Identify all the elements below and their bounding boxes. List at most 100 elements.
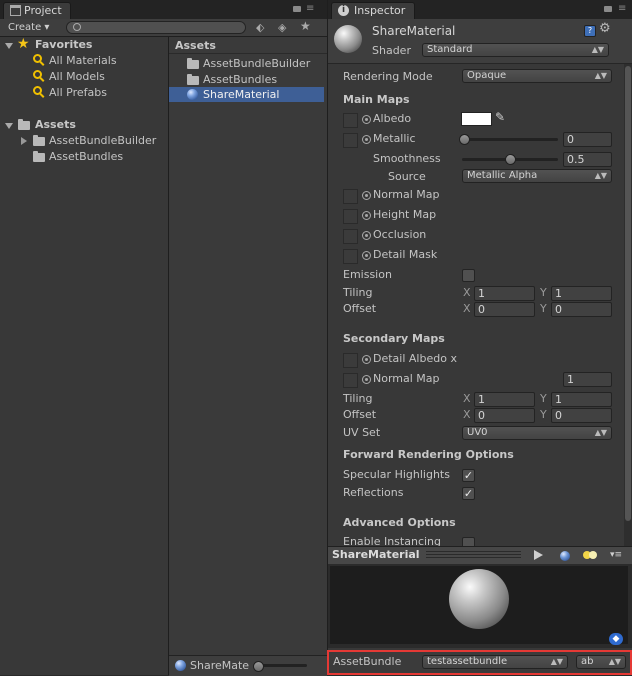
search-input[interactable] — [66, 21, 246, 34]
favorite-star-icon[interactable]: ★ — [300, 20, 314, 33]
albedo-texture-slot[interactable] — [343, 113, 358, 128]
secondary-tiling-label: Tiling — [343, 392, 373, 405]
uv-set-label: UV Set — [343, 426, 381, 439]
height-map-picker-icon[interactable] — [362, 211, 371, 220]
detail-albedo-label: Detail Albedo x — [373, 352, 457, 365]
star-icon: ★ — [17, 36, 30, 52]
material-sphere-icon — [334, 25, 362, 53]
secondary-tiling-y-field[interactable]: 1 — [551, 392, 612, 407]
offset-label: Offset — [343, 302, 377, 315]
preview-sphere-icon[interactable] — [560, 551, 570, 561]
preview-area[interactable]: ◆ — [328, 564, 632, 648]
shader-dropdown[interactable]: Standard ▲▼ — [422, 43, 609, 57]
albedo-picker-icon[interactable] — [362, 115, 371, 124]
project-tabbar: Project ≡ — [0, 0, 327, 20]
lock-icon[interactable] — [293, 6, 301, 12]
secondary-normal-map-slot[interactable] — [343, 373, 358, 388]
lock-icon[interactable] — [604, 6, 612, 12]
forward-rendering-header: Forward Rendering Options — [343, 448, 514, 461]
filter-by-type-icon[interactable]: ⬖ — [256, 21, 270, 34]
asset-item-sharematerial[interactable]: ShareMaterial — [169, 87, 324, 102]
emission-label: Emission — [343, 268, 392, 281]
reflections-label: Reflections — [343, 486, 404, 499]
enable-instancing-checkbox[interactable] — [462, 537, 475, 546]
reflections-checkbox[interactable]: ✓ — [462, 487, 475, 500]
secondary-tiling-x-field[interactable]: 1 — [474, 392, 535, 407]
gear-icon[interactable]: ⚙ — [599, 22, 611, 35]
smoothness-label: Smoothness — [373, 152, 441, 165]
detail-mask-picker-icon[interactable] — [362, 251, 371, 260]
metallic-slider-thumb[interactable] — [459, 134, 470, 145]
tag-icon[interactable]: ◈ — [278, 21, 292, 34]
tiling-label: Tiling — [343, 286, 373, 299]
info-icon: i — [338, 5, 349, 16]
albedo-label: Albedo — [373, 112, 412, 125]
assets-expand-icon[interactable] — [5, 123, 13, 129]
preview-header[interactable]: ShareMaterial ▾≡ — [328, 546, 632, 565]
assetbundle-label: AssetBundle — [333, 655, 402, 668]
specular-highlights-checkbox[interactable]: ✓ — [462, 469, 475, 482]
assetbundle-variant-dropdown[interactable]: ab ▲▼ — [576, 655, 626, 669]
inspector-tabbar: i Inspector ≡ — [328, 0, 632, 20]
rendering-mode-label: Rendering Mode — [343, 70, 433, 83]
uv-set-dropdown[interactable]: UV0 ▲▼ — [462, 426, 612, 440]
secondary-offset-label: Offset — [343, 408, 377, 421]
menu-icon[interactable]: ▾≡ — [610, 550, 622, 560]
metallic-picker-icon[interactable] — [362, 135, 371, 144]
secondary-offset-y-field[interactable]: 0 — [551, 408, 612, 423]
project-tab-icon — [10, 5, 21, 16]
project-tab-label: Project — [24, 4, 62, 17]
source-dropdown[interactable]: Metallic Alpha ▲▼ — [462, 169, 612, 183]
normal-map-slot[interactable] — [343, 189, 358, 204]
tag-icon[interactable]: ◆ — [609, 633, 623, 645]
inspector-tab[interactable]: i Inspector — [331, 2, 415, 20]
height-map-slot[interactable] — [343, 209, 358, 224]
favorites-expand-icon[interactable] — [5, 43, 13, 49]
metallic-slider[interactable] — [462, 138, 558, 141]
secondary-offset-x-field[interactable]: 0 — [474, 408, 535, 423]
smoothness-slider-thumb[interactable] — [505, 154, 516, 165]
emission-checkbox[interactable] — [462, 269, 475, 282]
eyedropper-icon[interactable]: ✎ — [495, 110, 505, 124]
favorites-label[interactable]: Favorites — [35, 38, 92, 51]
metallic-value-field[interactable]: 0 — [563, 132, 612, 147]
icon-size-slider-thumb[interactable] — [253, 661, 264, 672]
tiling-y-field[interactable]: 1 — [551, 286, 612, 301]
instancing-row: Enable Instancing — [328, 533, 624, 546]
secondary-normal-map-picker-icon[interactable] — [362, 375, 371, 384]
folder-icon — [33, 151, 45, 162]
albedo-color-swatch[interactable] — [461, 112, 492, 126]
metallic-label: Metallic — [373, 132, 416, 145]
play-icon[interactable] — [534, 550, 543, 560]
offset-x-field[interactable]: 0 — [474, 302, 535, 317]
detail-albedo-picker-icon[interactable] — [362, 355, 371, 364]
detail-albedo-slot[interactable] — [343, 353, 358, 368]
normal-map-picker-icon[interactable] — [362, 191, 371, 200]
material-sphere-icon — [187, 89, 198, 100]
menu-icon[interactable]: ≡ — [306, 4, 314, 14]
occlusion-picker-icon[interactable] — [362, 231, 371, 240]
create-button[interactable]: Create ▾ — [8, 21, 49, 34]
occlusion-label: Occlusion — [373, 228, 427, 241]
rendering-mode-dropdown[interactable]: Opaque ▲▼ — [462, 69, 612, 83]
tiling-x-field[interactable]: 1 — [474, 286, 535, 301]
main-maps-header: Main Maps — [343, 93, 410, 106]
assets-tree-label[interactable]: Assets — [35, 118, 76, 131]
folder-icon — [187, 58, 199, 69]
project-tab[interactable]: Project — [3, 2, 71, 20]
menu-icon[interactable]: ≡ — [618, 4, 626, 14]
metallic-texture-slot[interactable] — [343, 133, 358, 148]
material-sphere-icon — [175, 660, 186, 671]
occlusion-slot[interactable] — [343, 229, 358, 244]
secondary-normal-scale-field[interactable]: 1 — [563, 372, 612, 387]
inspector-scrollbar-thumb[interactable] — [625, 66, 631, 521]
detail-mask-slot[interactable] — [343, 249, 358, 264]
smoothness-value-field[interactable]: 0.5 — [563, 152, 612, 167]
drag-handle[interactable] — [426, 551, 521, 552]
assetbundle-name-dropdown[interactable]: testassetbundle ▲▼ — [422, 655, 568, 669]
preview-title: ShareMaterial — [332, 548, 420, 561]
offset-y-field[interactable]: 0 — [551, 302, 612, 317]
help-icon[interactable]: ? — [584, 25, 596, 37]
expand-arrow-icon[interactable] — [21, 137, 27, 145]
inspector-scrollbar[interactable] — [624, 64, 632, 546]
